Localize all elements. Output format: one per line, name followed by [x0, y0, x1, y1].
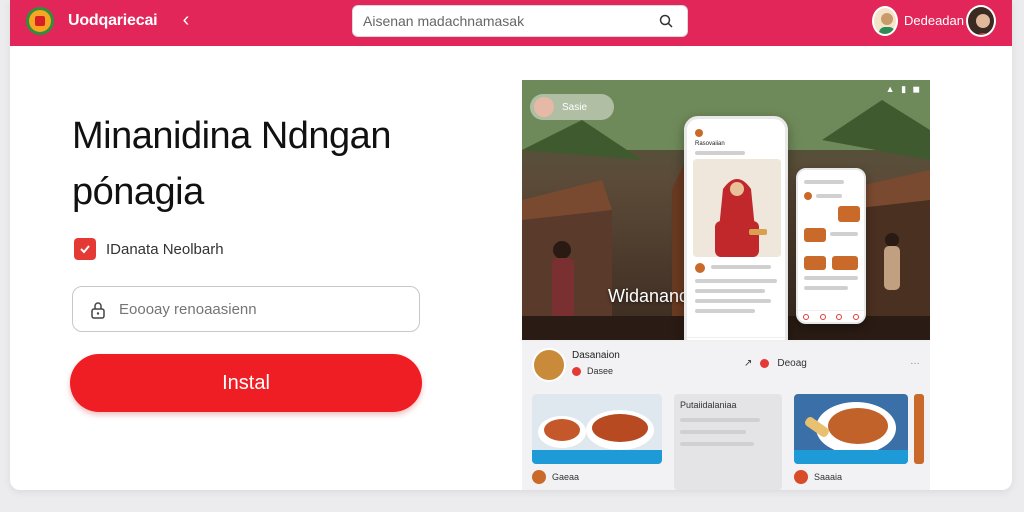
feed-action-label: Deoag — [777, 358, 807, 369]
user-name[interactable]: Dedeadan — [904, 13, 964, 28]
phone-text-line — [695, 151, 745, 155]
phone-food-thumb — [804, 256, 826, 270]
search-icon[interactable] — [659, 14, 673, 28]
feed-subtitle: Dasee — [587, 366, 614, 376]
app-window: Uodqariecai ‹ Dedeadan Minanidina Ndngan… — [10, 0, 1012, 490]
phone-avatar — [695, 129, 703, 137]
app-preview: ▲ ▮ ◼ Sasie Widanandi Rasovaiian Dasanai… — [522, 80, 930, 490]
dot-icon — [572, 366, 581, 376]
checkbox-row[interactable]: IDanata Neolbarh — [74, 238, 224, 260]
profile-chip[interactable]: Sasie — [530, 94, 614, 120]
status-bar-icons: ▲ ▮ ◼ — [885, 84, 922, 94]
bottom-item-right-label: Saaaia — [814, 472, 843, 482]
phone-text-line — [830, 232, 858, 236]
phone-nav-bar — [798, 310, 864, 322]
phone-mockup-secondary — [796, 168, 866, 324]
chip-avatar — [534, 97, 554, 117]
install-button[interactable]: Instal — [70, 354, 422, 412]
phone-title: Rasovaiian — [695, 141, 725, 147]
user-avatar-right[interactable] — [966, 5, 996, 37]
overlay-caption: Widanandi — [608, 286, 694, 306]
text-field[interactable] — [72, 286, 420, 332]
phone-text-line — [816, 194, 842, 198]
bottom-avatar — [794, 470, 808, 484]
bottom-item-left-label: Gaeaa — [552, 472, 580, 482]
phone-text-line — [695, 289, 765, 293]
checkbox-label: IDanata Neolbarh — [106, 240, 224, 258]
preview-photo: ▲ ▮ ◼ Sasie Widanandi Rasovaiian — [522, 80, 930, 340]
feed-action[interactable]: ↗ Deoag — [744, 358, 807, 369]
food-card-3-edge — [914, 394, 924, 464]
phone-text-line — [695, 279, 777, 283]
phone-list-thumb — [695, 263, 705, 273]
preview-feed: Dasanaion Dasee ↗ Deoag … Putaiidalaniaa… — [522, 342, 930, 490]
bottom-avatar — [532, 470, 546, 484]
food-card-bar — [532, 450, 662, 464]
bottom-item-right[interactable]: Saaaia — [794, 470, 842, 484]
more-icon[interactable]: … — [910, 356, 920, 367]
info-card-line — [680, 418, 760, 422]
page-title: Minanidina Ndngan pónagia — [72, 108, 472, 220]
info-card[interactable]: Putaiidalaniaa — [674, 394, 782, 490]
title-line-2: pónagia — [72, 171, 204, 213]
back-chevron-icon[interactable]: ‹ — [176, 9, 196, 33]
user-avatar-left[interactable] — [872, 6, 898, 36]
phone-text-line — [695, 309, 755, 313]
phone-text-line — [695, 299, 771, 303]
phone-text-line — [804, 286, 848, 290]
lock-icon — [91, 302, 105, 319]
phone-text-line — [804, 180, 844, 184]
chip-label: Sasie — [562, 101, 588, 113]
phone-food-thumb — [804, 228, 826, 242]
phone-food-thumb — [832, 256, 858, 270]
search-bar[interactable] — [352, 5, 688, 37]
bottom-item-left[interactable]: Gaeaa — [532, 470, 579, 484]
app-logo-icon[interactable] — [26, 7, 54, 35]
feed-title: Dasanaion — [572, 350, 620, 361]
info-card-line — [680, 430, 746, 434]
feed-subtitle-row: Dasee — [572, 366, 613, 376]
phone-food-thumb — [838, 206, 860, 222]
info-card-line — [680, 442, 754, 446]
food-card-2[interactable] — [794, 394, 908, 464]
share-icon[interactable]: ↗ — [744, 358, 752, 369]
food-card-bar — [794, 450, 908, 464]
phone-list-thumb — [804, 192, 812, 200]
check-icon[interactable] — [74, 238, 96, 260]
title-line-1: Minanidina Ndngan — [72, 115, 391, 157]
phone-text-line — [711, 265, 771, 269]
search-input[interactable] — [363, 6, 643, 36]
food-card-1[interactable] — [532, 394, 662, 464]
feed-avatar[interactable] — [532, 348, 566, 382]
top-bar: Uodqariecai ‹ Dedeadan — [10, 0, 1012, 46]
phone-text-line — [804, 276, 858, 280]
dot-icon — [760, 359, 770, 368]
phone-mockup-main: Rasovaiian — [684, 116, 788, 340]
app-name: Uodqariecai — [68, 12, 158, 29]
phone-photo-woman — [693, 159, 781, 257]
text-input[interactable] — [119, 287, 409, 331]
info-card-title: Putaiidalaniaa — [680, 400, 737, 410]
phone-nav-bar — [687, 337, 785, 340]
